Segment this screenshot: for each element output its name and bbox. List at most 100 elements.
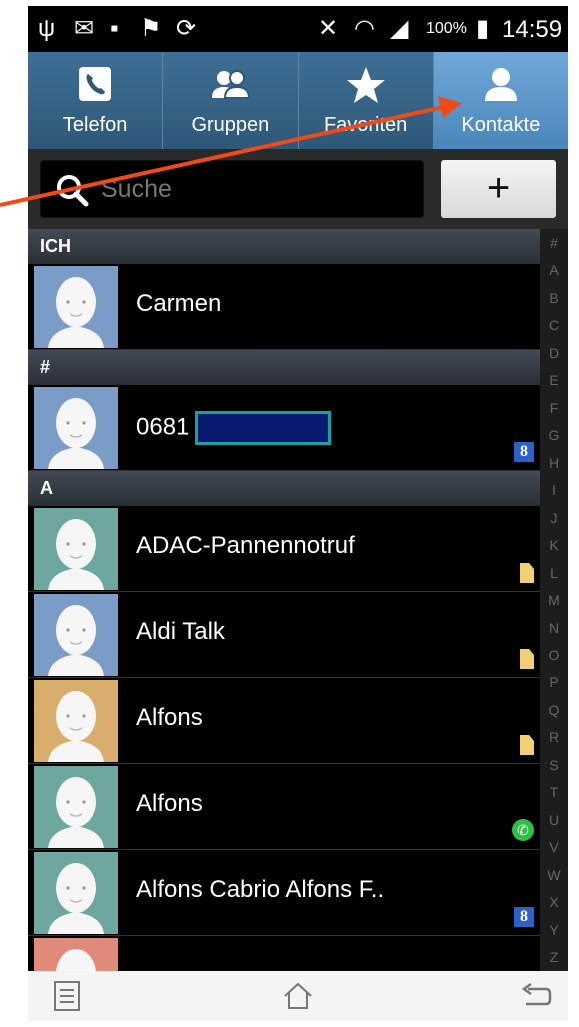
- contact-row[interactable]: [28, 936, 540, 971]
- section-header: A: [28, 471, 540, 506]
- home-icon[interactable]: [281, 979, 315, 1013]
- search-row: Suche +: [28, 149, 568, 229]
- contact-name: Alfons Cabrio Alfons F..: [136, 876, 384, 904]
- contact-name-text: Alfons: [136, 790, 203, 817]
- section-header: #: [28, 350, 540, 385]
- index-letter[interactable]: R: [540, 724, 568, 751]
- signal-icon: ◢: [390, 15, 409, 42]
- index-letter[interactable]: L: [540, 559, 568, 586]
- contact-name: Alfons: [136, 790, 203, 818]
- sim-card-icon: [520, 735, 534, 755]
- index-letter[interactable]: I: [540, 476, 568, 503]
- google-account-icon: 8: [514, 907, 534, 927]
- battery-percent: 100%: [426, 20, 467, 37]
- index-letter[interactable]: C: [540, 311, 568, 338]
- index-letter[interactable]: U: [540, 806, 568, 833]
- index-letter[interactable]: X: [540, 889, 568, 916]
- index-letter[interactable]: J: [540, 504, 568, 531]
- index-letter[interactable]: #: [540, 229, 568, 256]
- mail-icon: ✉: [74, 15, 95, 42]
- avatar: [34, 852, 118, 934]
- index-letter[interactable]: A: [540, 256, 568, 283]
- wifi-icon: ◠: [354, 15, 375, 42]
- whatsapp-icon: ✆: [512, 819, 534, 841]
- search-icon: [57, 175, 89, 207]
- avatar: [34, 766, 118, 848]
- avatar: [34, 938, 118, 971]
- mute-icon: ✕: [318, 15, 339, 42]
- index-letter[interactable]: O: [540, 641, 568, 668]
- index-letter[interactable]: P: [540, 669, 568, 696]
- sim-card-icon: [520, 563, 534, 583]
- index-letter[interactable]: F: [540, 394, 568, 421]
- avatar: [34, 387, 118, 469]
- index-letter[interactable]: Z: [540, 944, 568, 971]
- contact-row[interactable]: Alfons: [28, 678, 540, 764]
- sim-card-icon: [520, 649, 534, 669]
- index-letter[interactable]: H: [540, 449, 568, 476]
- index-letter[interactable]: V: [540, 834, 568, 861]
- tab-kontakte[interactable]: Kontakte: [433, 52, 568, 149]
- contact-row[interactable]: Carmen: [28, 264, 540, 350]
- index-letter[interactable]: Y: [540, 916, 568, 943]
- contact-row[interactable]: Alfons ✆: [28, 764, 540, 850]
- tab-label: Gruppen: [191, 114, 270, 136]
- phone-icon: [28, 66, 162, 106]
- redaction-box: [195, 411, 332, 445]
- alphabet-index[interactable]: # A B C D E F G H I J K L M N O P Q R S T U V W X Y Z: [540, 229, 568, 971]
- status-bar: ψ ✉ ▪ ⚑ ⟳ ✕ ◠ ◢ 100% ▮ 14:59: [28, 6, 568, 52]
- contact-name: Aldi Talk: [136, 618, 225, 646]
- tab-label: Favoriten: [323, 114, 408, 136]
- index-letter[interactable]: K: [540, 531, 568, 558]
- index-letter[interactable]: Q: [540, 696, 568, 723]
- avatar: [34, 508, 118, 590]
- search-placeholder: Suche: [101, 175, 172, 203]
- contact-row[interactable]: Alfons Cabrio Alfons F.. 8: [28, 850, 540, 936]
- contact-name-text: Alfons Cabrio Alfons F..: [136, 876, 385, 903]
- avatar: [34, 680, 118, 762]
- clock: 14:59: [502, 16, 563, 43]
- tab-label: Telefon: [62, 114, 128, 136]
- google-account-icon: 8: [514, 442, 534, 462]
- contact-list[interactable]: ICH Carmen #0681 8 A ADAC-Pannennotruf Aldi Ta…: [28, 229, 540, 971]
- contact-row[interactable]: ADAC-Pannennotruf: [28, 506, 540, 592]
- contact-name-text: Alfons: [136, 704, 203, 731]
- tab-favoriten[interactable]: Favoriten: [299, 52, 434, 149]
- phone-screen: ψ ✉ ▪ ⚑ ⟳ ✕ ◠ ◢ 100% ▮ 14:59 Telefon Gru…: [28, 6, 568, 1021]
- star-icon: [299, 66, 433, 106]
- avatar: [34, 594, 118, 676]
- tab-gruppen[interactable]: Gruppen: [163, 52, 299, 149]
- index-letter[interactable]: G: [540, 421, 568, 448]
- avatar: [34, 266, 118, 348]
- tab-bar: Telefon Gruppen Favoriten Kontakte: [28, 52, 568, 149]
- contact-icon: [434, 66, 568, 106]
- tab-label: Kontakte: [461, 114, 541, 136]
- usb-icon: ψ: [38, 15, 56, 42]
- contact-name: ADAC-Pannennotruf: [136, 532, 355, 560]
- group-icon: [163, 66, 297, 106]
- index-letter[interactable]: N: [540, 614, 568, 641]
- index-letter[interactable]: W: [540, 861, 568, 888]
- menu-icon[interactable]: [50, 979, 84, 1013]
- battery-icon: ▮: [476, 15, 490, 42]
- tab-telefon[interactable]: Telefon: [28, 52, 164, 149]
- section-header: ICH: [28, 229, 540, 264]
- index-letter[interactable]: B: [540, 284, 568, 311]
- index-letter[interactable]: D: [540, 339, 568, 366]
- contact-name: 0681: [136, 411, 332, 445]
- contact-name-text: Carmen: [136, 290, 222, 317]
- search-input[interactable]: Suche: [40, 160, 424, 218]
- index-letter[interactable]: S: [540, 751, 568, 778]
- index-letter[interactable]: T: [540, 779, 568, 806]
- contact-row[interactable]: 0681 8: [28, 385, 540, 471]
- add-contact-button[interactable]: +: [441, 160, 556, 218]
- contact-row[interactable]: Aldi Talk: [28, 592, 540, 678]
- contact-name-text: ADAC-Pannennotruf: [136, 532, 355, 559]
- sync-icon: ⟳: [176, 15, 197, 42]
- contact-name: Alfons: [136, 704, 203, 732]
- sd-card-icon: ▪: [110, 15, 119, 42]
- index-letter[interactable]: E: [540, 366, 568, 393]
- back-icon[interactable]: [518, 979, 552, 1013]
- contact-name-text: Aldi Talk: [136, 618, 225, 645]
- index-letter[interactable]: M: [540, 586, 568, 613]
